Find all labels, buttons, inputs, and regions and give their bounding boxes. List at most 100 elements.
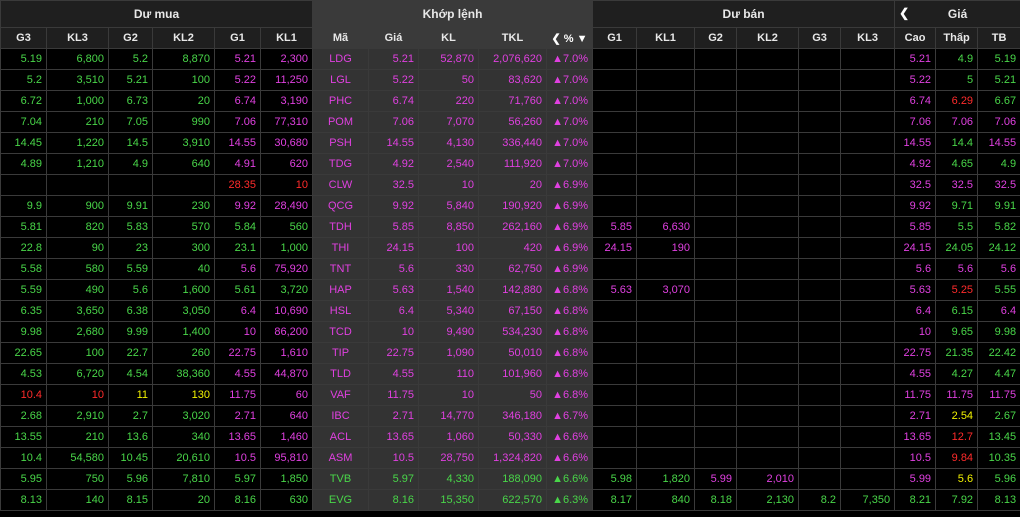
price-cell-1: 4.27 <box>935 363 979 385</box>
buy-cell-g2: 22.7 <box>108 342 153 364</box>
sell-cell-g1: 24.15 <box>592 237 638 259</box>
match-col-1[interactable]: Giá <box>368 27 419 49</box>
sell-cell-g2 <box>694 69 738 91</box>
symbol-cell[interactable]: TIP <box>312 342 369 364</box>
symbol-cell[interactable]: TVB <box>312 468 369 490</box>
symbol-cell[interactable]: LDG <box>312 48 369 70</box>
table-row[interactable]: 5.95 750 5.96 7,810 5.97 1,850 TVB 5.97 4,330 188… <box>0 468 1020 490</box>
symbol-cell[interactable]: CLW <box>312 174 369 196</box>
buy-cell-g1: 6.4 <box>214 300 261 322</box>
symbol-cell[interactable]: TDH <box>312 216 369 238</box>
match-cell-0: 4.55 <box>368 363 419 385</box>
sell-col-g1[interactable]: G1 <box>592 27 638 49</box>
buy-cell-g1: 8.16 <box>214 489 261 511</box>
table-row[interactable]: 5.58 580 5.59 40 5.6 75,920 TNT 5.6 330 62,750 ▲6.… <box>0 258 1020 280</box>
table-row[interactable]: 6.72 1,000 6.73 20 6.74 3,190 PHC 6.74 220 71,760… <box>0 90 1020 112</box>
table-row[interactable]: 9.98 2,680 9.99 1,400 10 86,200 TCD 10 9,490 534,… <box>0 321 1020 343</box>
symbol-cell[interactable]: POM <box>312 111 369 133</box>
symbol-cell[interactable]: ACL <box>312 426 369 448</box>
buy-col-kl2[interactable]: KL2 <box>152 27 215 49</box>
table-row[interactable]: 5.81 820 5.83 570 5.84 560 TDH 5.85 8,850 262,160… <box>0 216 1020 238</box>
price-cell-1: 4.65 <box>935 153 979 175</box>
sell-col-kl1[interactable]: KL1 <box>636 27 696 49</box>
sell-col-g2[interactable]: G2 <box>694 27 738 49</box>
buy-cell-g3: 10.4 <box>0 447 47 469</box>
match-col-0[interactable]: Mã <box>312 27 369 49</box>
sell-col-g3[interactable]: G3 <box>798 27 842 49</box>
sell-col-kl3[interactable]: KL3 <box>840 27 896 49</box>
sort-desc-icon[interactable]: ❮ % ▼ <box>552 33 588 45</box>
buy-cell-g3: 14.45 <box>0 132 47 154</box>
buy-col-kl1[interactable]: KL1 <box>260 27 313 49</box>
symbol-cell[interactable]: PHC <box>312 90 369 112</box>
symbol-cell[interactable]: IBC <box>312 405 369 427</box>
table-row[interactable]: 9.9 900 9.91 230 9.92 28,490 QCG 9.92 5,840 190,9… <box>0 195 1020 217</box>
symbol-cell[interactable]: THI <box>312 237 369 259</box>
price-cell-2: 2.67 <box>977 405 1020 427</box>
table-row[interactable]: 2.68 2,910 2.7 3,020 2.71 640 IBC 2.71 14,770 346… <box>0 405 1020 427</box>
symbol-cell[interactable]: HAP <box>312 279 369 301</box>
sell-cell-g1 <box>592 153 638 175</box>
symbol-cell[interactable]: QCG <box>312 195 369 217</box>
symbol-cell[interactable]: EVG <box>312 489 369 511</box>
symbol-cell[interactable]: ASM <box>312 447 369 469</box>
table-row[interactable]: 5.2 3,510 5.21 100 5.22 11,250 LGL 5.22 50 83,620… <box>0 69 1020 91</box>
match-col-3[interactable]: TKL <box>478 27 547 49</box>
match-cell-1: 5,340 <box>418 300 479 322</box>
chevron-left-icon[interactable]: ❮ <box>899 6 909 20</box>
match-cell-1: 1,090 <box>418 342 479 364</box>
buy-cell-g3: 5.95 <box>0 468 47 490</box>
symbol-cell[interactable]: HSL <box>312 300 369 322</box>
table-row[interactable]: 14.45 1,220 14.5 3,910 14.55 30,680 PSH 14.55 4,… <box>0 132 1020 154</box>
buy-cell-kl1: 95,810 <box>260 447 313 469</box>
buy-col-g1[interactable]: G1 <box>214 27 261 49</box>
sell-cell-kl2 <box>736 342 800 364</box>
table-row[interactable]: 8.13 140 8.15 20 8.16 630 EVG 8.16 15,350 622,570… <box>0 489 1020 511</box>
table-row[interactable]: 22.8 90 23 300 23.1 1,000 THI 24.15 100 420 ▲6.9% 2… <box>0 237 1020 259</box>
sell-cell-kl1: 3,070 <box>636 279 696 301</box>
sell-cell-g2 <box>694 258 738 280</box>
symbol-cell[interactable]: TDG <box>312 153 369 175</box>
sell-col-kl2[interactable]: KL2 <box>736 27 800 49</box>
percent-sort-header[interactable]: ❮ % ▼ <box>545 27 594 49</box>
table-row[interactable]: 4.53 6,720 4.54 38,360 4.55 44,870 TLD 4.55 110 1… <box>0 363 1020 385</box>
sell-cell-kl3 <box>840 300 896 322</box>
match-cell-2: 336,440 <box>478 132 547 154</box>
change-percent-cell: ▲6.9% <box>545 195 594 217</box>
price-group-label: Giá <box>947 7 968 21</box>
symbol-cell[interactable]: PSH <box>312 132 369 154</box>
change-percent-cell: ▲7.0% <box>545 111 594 133</box>
table-row[interactable]: 5.19 6,800 5.2 8,870 5.21 2,300 LDG 5.21 52,870 2… <box>0 48 1020 70</box>
sell-cell-kl2 <box>736 216 800 238</box>
buy-col-g2[interactable]: G2 <box>108 27 153 49</box>
buy-cell-g3: 22.8 <box>0 237 47 259</box>
sell-cell-kl3 <box>840 216 896 238</box>
symbol-cell[interactable]: TNT <box>312 258 369 280</box>
symbol-cell[interactable]: TCD <box>312 321 369 343</box>
table-row[interactable]: 10.4 10 11 130 11.75 60 VAF 11.75 10 50 ▲6.8% 11.75… <box>0 384 1020 406</box>
table-row[interactable]: 10.4 54,580 10.45 20,610 10.5 95,810 ASM 10.5 28… <box>0 447 1020 469</box>
symbol-cell[interactable]: VAF <box>312 384 369 406</box>
buy-col-kl3[interactable]: KL3 <box>46 27 109 49</box>
table-row[interactable]: 22.65 100 22.7 260 22.75 1,610 TIP 22.75 1,090 50… <box>0 342 1020 364</box>
match-col-2[interactable]: KL <box>418 27 479 49</box>
price-cell-0: 13.65 <box>894 426 937 448</box>
table-row[interactable]: 28.35 10 CLW 32.5 10 20 ▲6.9% 32.5 32.5 32.5 <box>0 174 1020 196</box>
price-col-2[interactable]: TB <box>977 27 1020 49</box>
table-row[interactable]: 5.59 490 5.6 1,600 5.61 3,720 HAP 5.63 1,540 142,… <box>0 279 1020 301</box>
table-row[interactable]: 6.35 3,650 6.38 3,050 6.4 10,690 HSL 6.4 5,340 67… <box>0 300 1020 322</box>
price-cell-1: 5.6 <box>935 468 979 490</box>
buy-cell-g1: 10.5 <box>214 447 261 469</box>
price-cell-2: 5.82 <box>977 216 1020 238</box>
table-row[interactable]: 7.04 210 7.05 990 7.06 77,310 POM 7.06 7,070 56,2… <box>0 111 1020 133</box>
table-row[interactable]: 4.89 1,210 4.9 640 4.91 620 TDG 4.92 2,540 111,92… <box>0 153 1020 175</box>
buy-cell-g3 <box>0 174 47 196</box>
price-col-0[interactable]: Cao <box>894 27 937 49</box>
symbol-cell[interactable]: TLD <box>312 363 369 385</box>
buy-col-g3[interactable]: G3 <box>0 27 47 49</box>
buy-cell-kl2: 1,400 <box>152 321 215 343</box>
buy-cell-g1: 13.65 <box>214 426 261 448</box>
price-col-1[interactable]: Thấp <box>935 27 979 49</box>
table-row[interactable]: 13.55 210 13.6 340 13.65 1,460 ACL 13.65 1,060 50… <box>0 426 1020 448</box>
symbol-cell[interactable]: LGL <box>312 69 369 91</box>
